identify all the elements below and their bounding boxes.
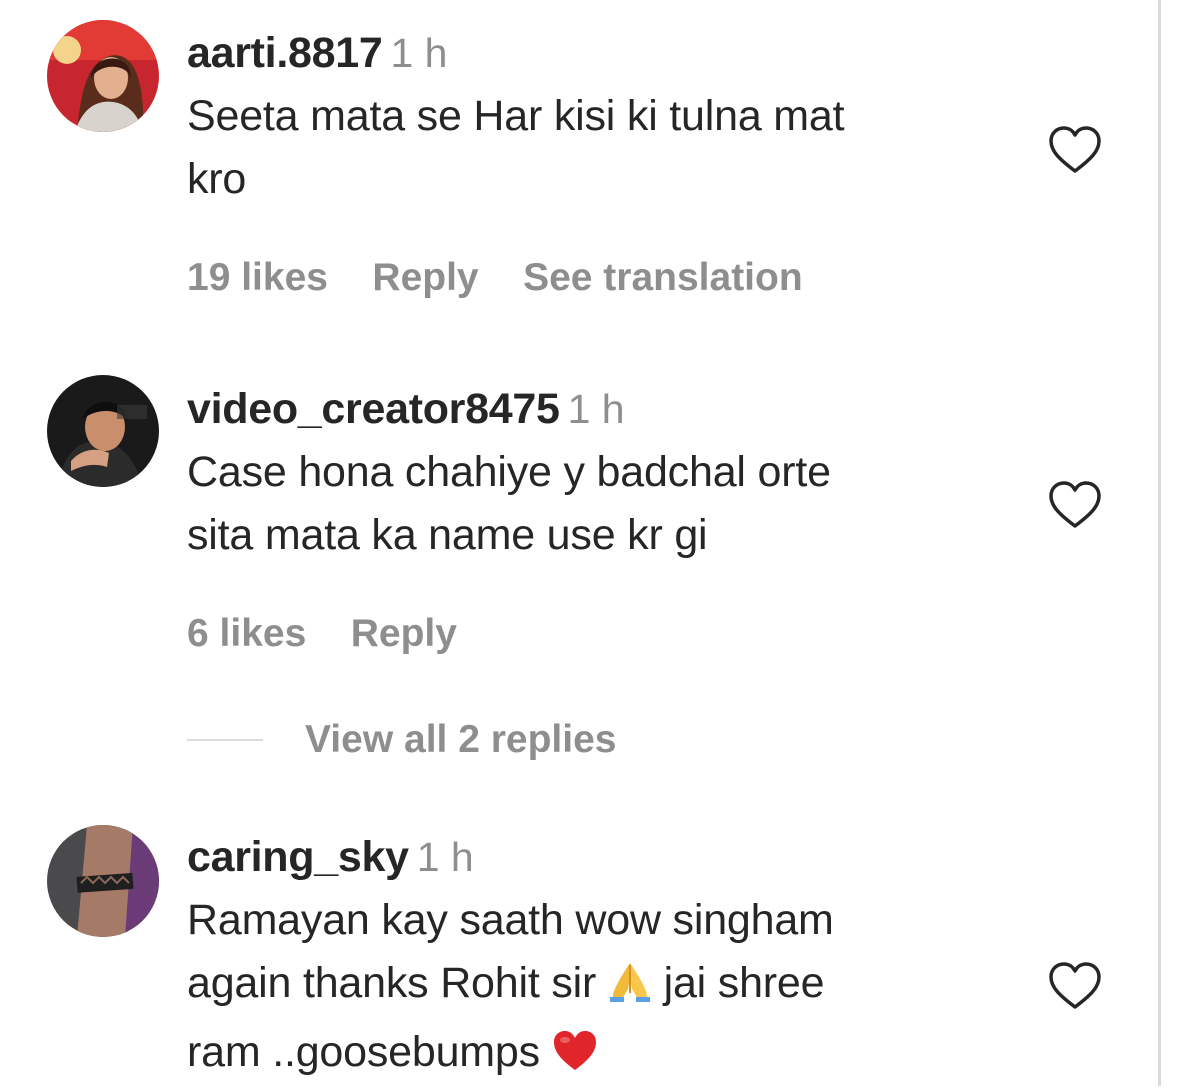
likes-count[interactable]: 6 likes <box>187 612 306 655</box>
comment-item: caring_sky 1 h Ramayan kay saath wow sing… <box>0 825 1150 1086</box>
see-translation-button[interactable]: See translation <box>523 256 803 299</box>
red-heart-emoji <box>552 1027 598 1090</box>
comment-item: aarti.8817 1 h Seeta mata se Har kisi ki … <box>0 20 1150 324</box>
comment-text: Ramayan kay saath wow singham again than… <box>187 889 1007 1090</box>
comment-username[interactable]: caring_sky <box>187 833 409 881</box>
comment-text-segment: ram ..goosebumps <box>187 1028 540 1076</box>
scrollbar-edge <box>1158 0 1161 1086</box>
comment-text-segment: jai shree <box>663 959 825 1007</box>
avatar[interactable] <box>47 825 159 937</box>
comment-username[interactable]: video_creator8475 <box>187 385 560 433</box>
comment-text-line: Ramayan kay saath wow singham <box>187 896 834 944</box>
reply-button[interactable]: Reply <box>351 612 457 655</box>
like-button[interactable] <box>1047 125 1103 175</box>
avatar[interactable] <box>47 20 159 132</box>
comment-text-line: kro <box>187 155 247 203</box>
heart-outline-icon <box>1049 481 1101 528</box>
comment-timestamp[interactable]: 1 h <box>568 386 625 432</box>
comment-text-line: Case hona chahiye y badchal orte <box>187 448 831 496</box>
comment-text-line: sita mata ka name use kr gi <box>187 511 708 559</box>
replies-divider <box>187 739 263 741</box>
comment-username[interactable]: aarti.8817 <box>187 29 383 77</box>
comment-actions: 6 likes Reply <box>187 609 1007 659</box>
view-replies-label[interactable]: View all 2 replies <box>305 718 616 761</box>
heart-outline-icon <box>1049 126 1101 173</box>
like-button[interactable] <box>1047 961 1103 1011</box>
comment-actions: 19 likes Reply See translation <box>187 253 1007 303</box>
comment-text-line: Seeta mata se Har kisi ki tulna mat <box>187 92 845 140</box>
like-button[interactable] <box>1047 480 1103 530</box>
avatar[interactable] <box>47 375 159 487</box>
comment-text: Case hona chahiye y badchal orte sita ma… <box>187 441 1007 567</box>
folded-hands-emoji <box>608 958 652 1021</box>
comment-timestamp[interactable]: 1 h <box>390 30 447 76</box>
comment-text: Seeta mata se Har kisi ki tulna mat kro <box>187 85 1007 211</box>
comment-text-line: again thanks Rohit sir jai shree <box>187 952 1007 1021</box>
heart-outline-icon <box>1049 962 1101 1009</box>
view-replies-button[interactable]: View all 2 replies <box>187 715 616 765</box>
comment-text-segment: again thanks Rohit sir <box>187 959 597 1007</box>
comment-text-line: ram ..goosebumps <box>187 1021 1007 1090</box>
comment-timestamp[interactable]: 1 h <box>417 834 474 880</box>
reply-button[interactable]: Reply <box>372 256 478 299</box>
likes-count[interactable]: 19 likes <box>187 256 328 299</box>
comment-item: video_creator8475 1 h Case hona chahiye y… <box>0 375 1150 680</box>
